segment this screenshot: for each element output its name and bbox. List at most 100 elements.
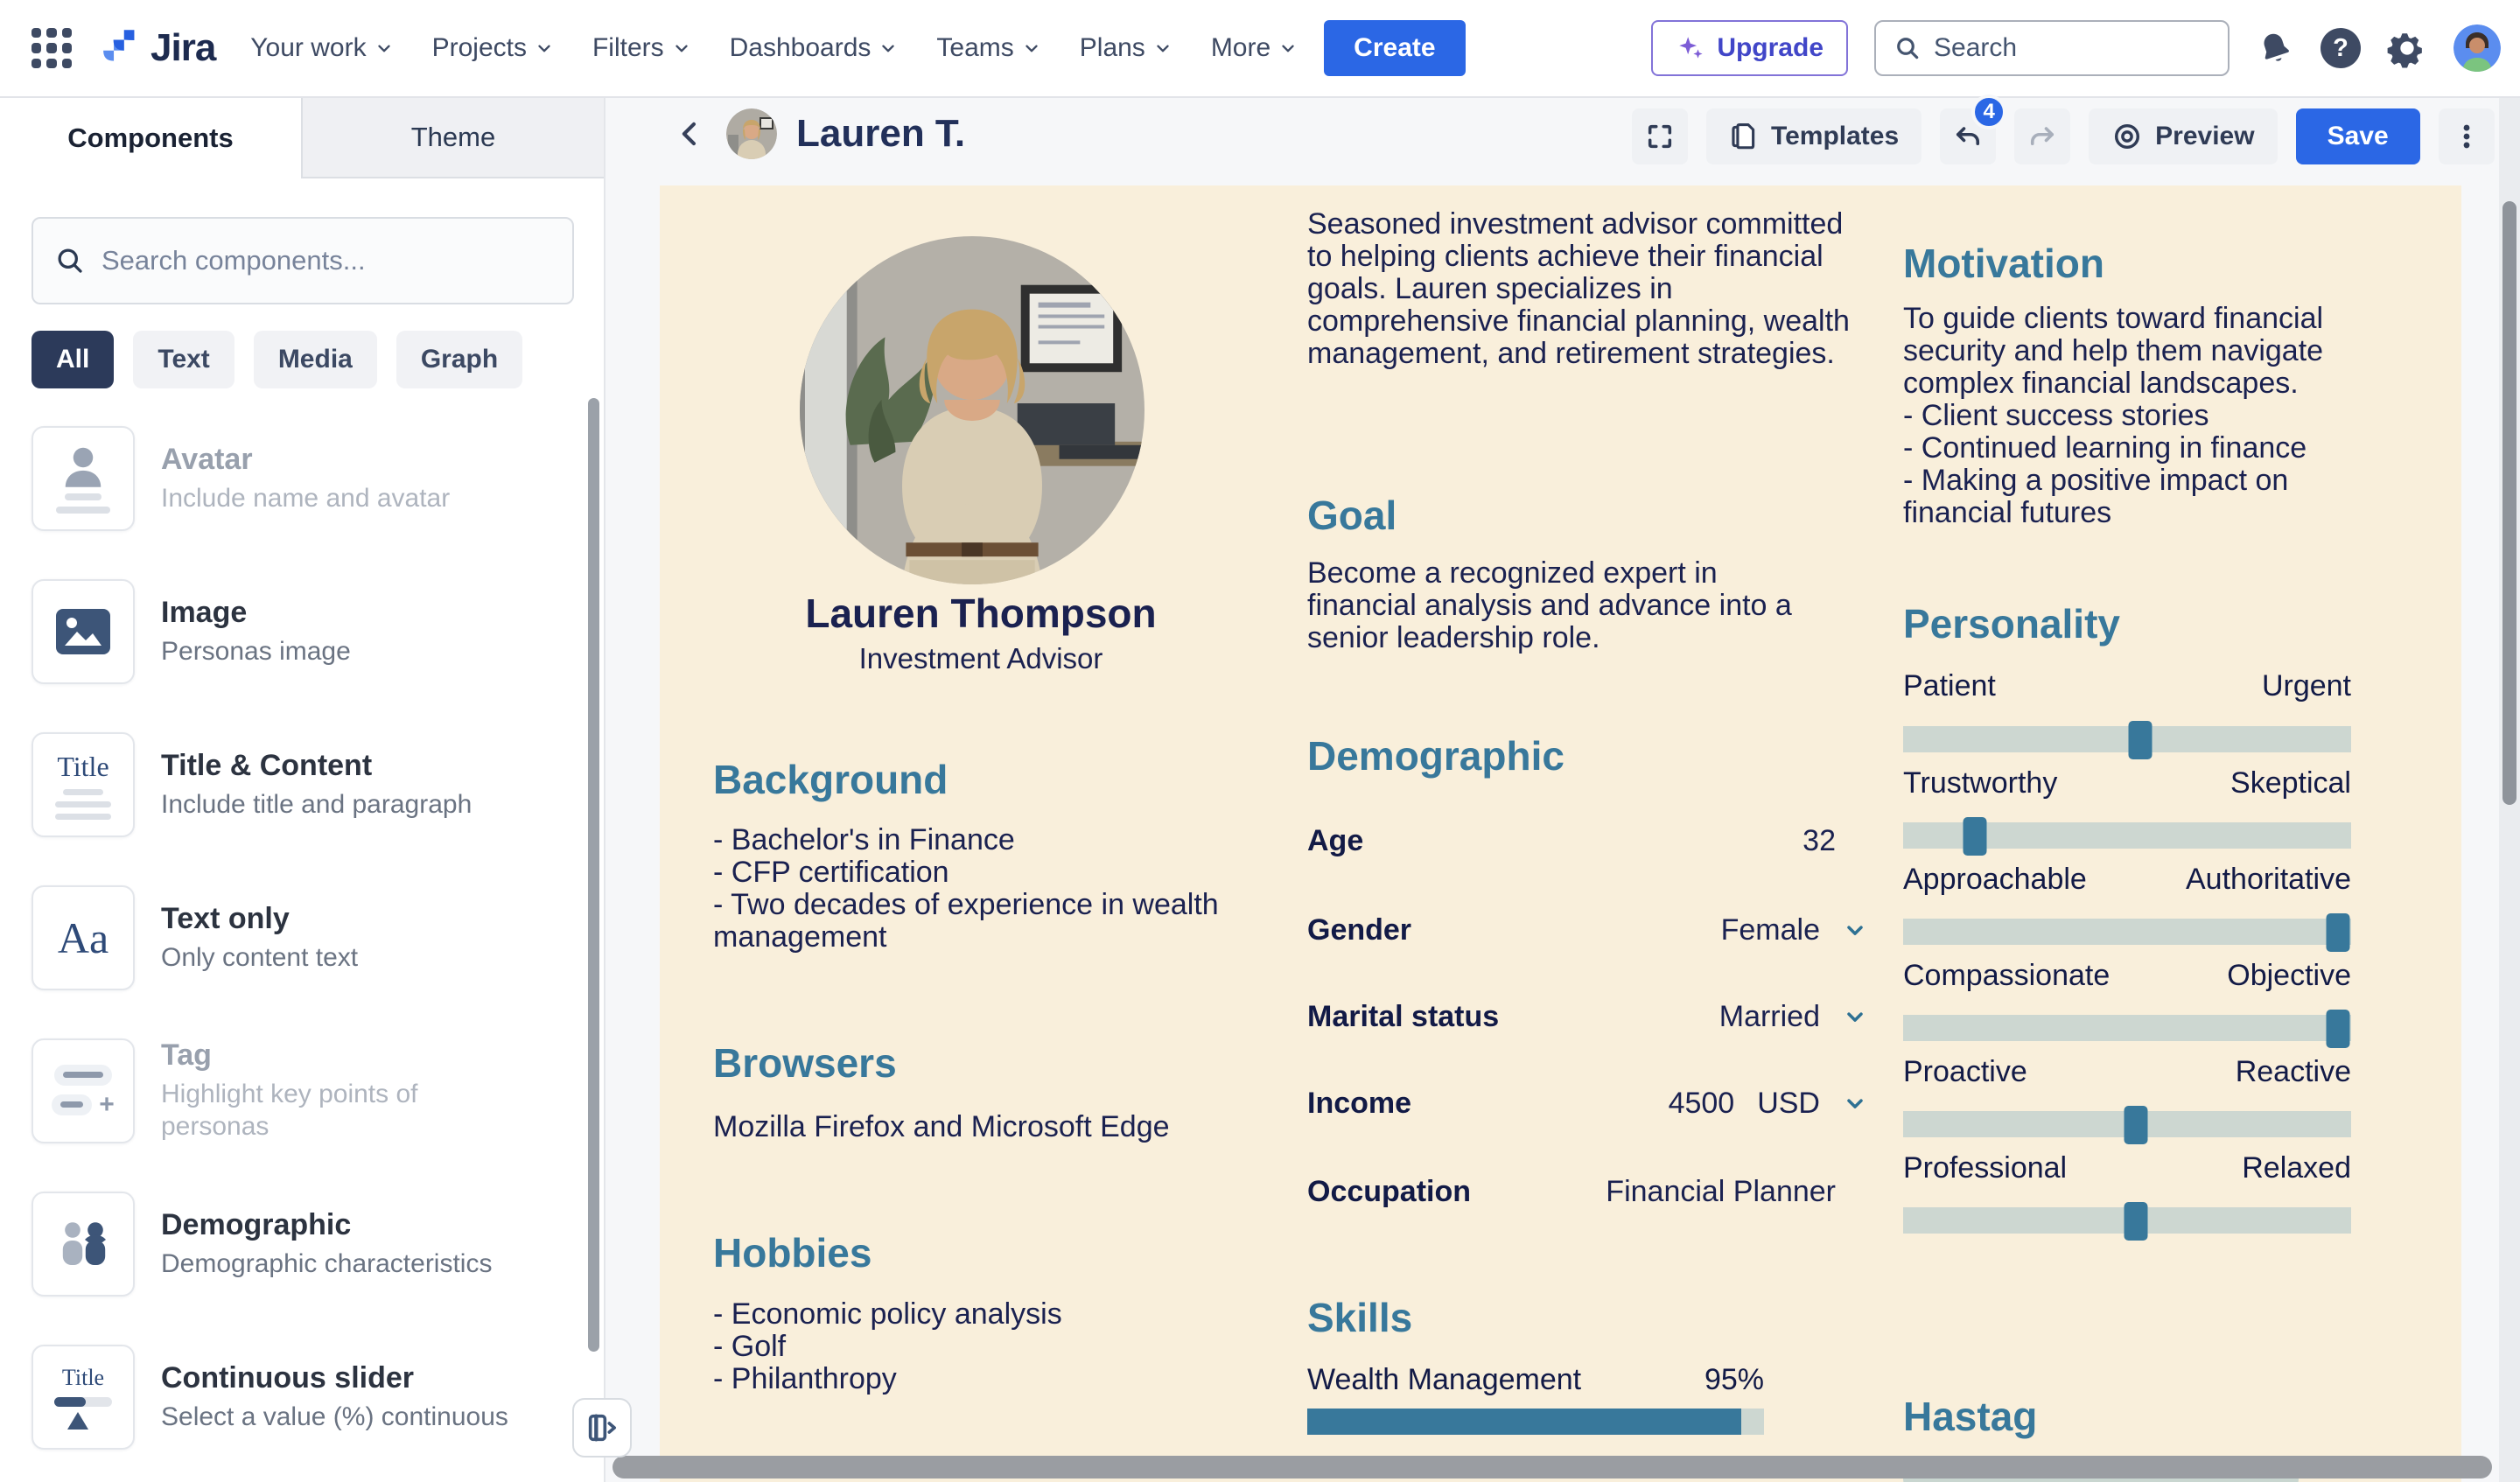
- title-content-card-icon: Title: [32, 732, 135, 837]
- filter-text[interactable]: Text: [133, 331, 234, 388]
- occupation-value[interactable]: Financial Planner: [1606, 1175, 1836, 1209]
- gender-value[interactable]: Female: [1721, 913, 1820, 947]
- marital-dropdown-chevron-icon[interactable]: [1843, 1004, 1867, 1029]
- personality-slider-trustworthy-skeptical[interactable]: [1903, 822, 2351, 849]
- user-avatar[interactable]: [2454, 24, 2501, 72]
- persona-photo[interactable]: [800, 236, 1144, 584]
- search-icon: [1894, 34, 1922, 62]
- settings-gear-icon[interactable]: [2387, 28, 2427, 68]
- templates-copy-icon: [1729, 122, 1759, 151]
- income-value[interactable]: 4500: [1669, 1087, 1735, 1121]
- help-icon[interactable]: ?: [2320, 28, 2361, 68]
- section-heading-hastag[interactable]: Hastag: [1903, 1393, 2351, 1440]
- goal-text[interactable]: Become a recognized expert in financial …: [1307, 557, 1832, 654]
- components-search-input[interactable]: [102, 245, 551, 276]
- skill-progress-bar[interactable]: [1307, 1409, 1764, 1435]
- component-item-continuous-slider[interactable]: Title Continuous slider Select a value (…: [32, 1345, 528, 1450]
- undo-count-badge: 4: [1971, 94, 2006, 129]
- persona-avatar-small: [726, 108, 777, 159]
- more-options-kebab-icon[interactable]: [2439, 108, 2495, 164]
- components-search[interactable]: [32, 217, 574, 304]
- motivation-text[interactable]: To guide clients toward financial securi…: [1903, 303, 2351, 529]
- section-heading-motivation[interactable]: Motivation: [1903, 240, 2351, 287]
- section-heading-skills[interactable]: Skills: [1307, 1294, 1867, 1341]
- tab-components[interactable]: Components: [0, 98, 301, 178]
- create-button[interactable]: Create: [1324, 20, 1465, 76]
- save-button[interactable]: Save: [2296, 108, 2420, 164]
- background-list[interactable]: - Bachelor's in Finance - CFP certificat…: [713, 824, 1249, 954]
- filter-all[interactable]: All: [32, 331, 114, 388]
- canvas-horizontal-scrollbar[interactable]: [612, 1456, 2492, 1479]
- personality-slider-patient-urgent[interactable]: [1903, 726, 2351, 752]
- component-item-title-content[interactable]: Title Title & Content Include title and …: [32, 732, 528, 837]
- section-heading-browsers[interactable]: Browsers: [713, 1039, 1249, 1087]
- slider-thumb[interactable]: [2326, 913, 2349, 952]
- page-vertical-scrollbar-thumb[interactable]: [2502, 201, 2516, 805]
- chevron-down-icon: [374, 38, 394, 58]
- sidebar-scrollbar[interactable]: [588, 398, 599, 1352]
- templates-button[interactable]: Templates: [1706, 108, 1922, 164]
- hobbies-list[interactable]: - Economic policy analysis - Golf - Phil…: [713, 1298, 1249, 1395]
- sidebar-collapse-button[interactable]: [572, 1398, 632, 1458]
- currency-dropdown-chevron-icon[interactable]: [1843, 1091, 1867, 1115]
- nav-item-dashboards[interactable]: Dashboards: [730, 33, 899, 63]
- section-heading-background[interactable]: Background: [713, 756, 1249, 803]
- age-value[interactable]: 32: [1802, 824, 1836, 858]
- search-input[interactable]: [1934, 33, 2210, 63]
- nav-item-your-work[interactable]: Your work: [250, 33, 393, 63]
- marital-status-value[interactable]: Married: [1719, 1000, 1820, 1034]
- persona-summary[interactable]: Seasoned investment advisor committed to…: [1307, 208, 1850, 370]
- component-item-image[interactable]: Image Personas image: [32, 579, 528, 684]
- demographic-row-age: Age 32: [1307, 821, 1867, 861]
- back-button[interactable]: [674, 117, 707, 150]
- nav-item-filters[interactable]: Filters: [592, 33, 691, 63]
- persona-name[interactable]: Lauren Thompson: [713, 590, 1249, 637]
- preview-button[interactable]: Preview: [2089, 108, 2277, 164]
- section-heading-demographic[interactable]: Demographic: [1307, 732, 1867, 779]
- nav-item-teams[interactable]: Teams: [936, 33, 1040, 63]
- slider-thumb[interactable]: [2129, 721, 2152, 759]
- personality-slider-proactive-reactive[interactable]: [1903, 1111, 2351, 1137]
- component-item-demographic[interactable]: Demographic Demographic characteristics: [32, 1192, 528, 1297]
- top-navigation: Jira Your work Projects Filters Dashboar…: [0, 0, 2520, 98]
- nav-item-projects[interactable]: Projects: [432, 33, 554, 63]
- notifications-bell-icon[interactable]: [2256, 29, 2294, 67]
- slider-labels-proactive-reactive: Proactive Reactive: [1903, 1055, 2351, 1089]
- jira-logo[interactable]: Jira: [94, 24, 215, 72]
- personality-slider-approachable-authoritative[interactable]: [1903, 919, 2351, 945]
- chevron-down-icon: [535, 38, 554, 58]
- filter-graph[interactable]: Graph: [396, 331, 522, 388]
- filter-media[interactable]: Media: [254, 331, 377, 388]
- fullscreen-button[interactable]: [1632, 108, 1688, 164]
- demographic-row-occupation: Occupation Financial Planner: [1307, 1171, 1867, 1212]
- slider-thumb[interactable]: [2124, 1106, 2148, 1144]
- app-switcher-icon[interactable]: [32, 28, 72, 68]
- slider-thumb[interactable]: [1963, 817, 1986, 856]
- slider-thumb[interactable]: [2124, 1202, 2148, 1241]
- components-sidebar: Components Theme All Text Media Graph: [0, 98, 606, 1482]
- tag-card-icon: +: [32, 1038, 135, 1143]
- chevron-down-icon: [672, 38, 691, 58]
- tab-theme[interactable]: Theme: [301, 98, 604, 178]
- text-only-card-icon: Aa: [32, 885, 135, 990]
- browsers-text[interactable]: Mozilla Firefox and Microsoft Edge: [713, 1111, 1249, 1143]
- section-heading-goal[interactable]: Goal: [1307, 492, 1867, 539]
- component-item-tag[interactable]: + Tag Highlight key points of personas: [32, 1038, 528, 1143]
- redo-button[interactable]: [2014, 108, 2070, 164]
- gender-dropdown-chevron-icon[interactable]: [1843, 918, 1867, 942]
- income-currency[interactable]: USD: [1757, 1087, 1820, 1121]
- section-heading-personality[interactable]: Personality: [1903, 600, 2351, 647]
- global-search[interactable]: [1874, 20, 2230, 76]
- persona-role[interactable]: Investment Advisor: [713, 642, 1249, 675]
- personality-slider-professional-relaxed[interactable]: [1903, 1207, 2351, 1234]
- persona-canvas[interactable]: Lauren Thompson Investment Advisor Backg…: [660, 185, 2461, 1482]
- sparkle-icon: [1676, 33, 1705, 63]
- component-item-text-only[interactable]: Aa Text only Only content text: [32, 885, 528, 990]
- section-heading-hobbies[interactable]: Hobbies: [713, 1229, 1249, 1276]
- nav-item-more[interactable]: More: [1211, 33, 1298, 63]
- slider-thumb[interactable]: [2326, 1010, 2349, 1048]
- personality-slider-compassionate-objective[interactable]: [1903, 1015, 2351, 1041]
- upgrade-button[interactable]: Upgrade: [1651, 20, 1848, 76]
- component-item-avatar[interactable]: Avatar Include name and avatar: [32, 426, 528, 531]
- nav-item-plans[interactable]: Plans: [1080, 33, 1172, 63]
